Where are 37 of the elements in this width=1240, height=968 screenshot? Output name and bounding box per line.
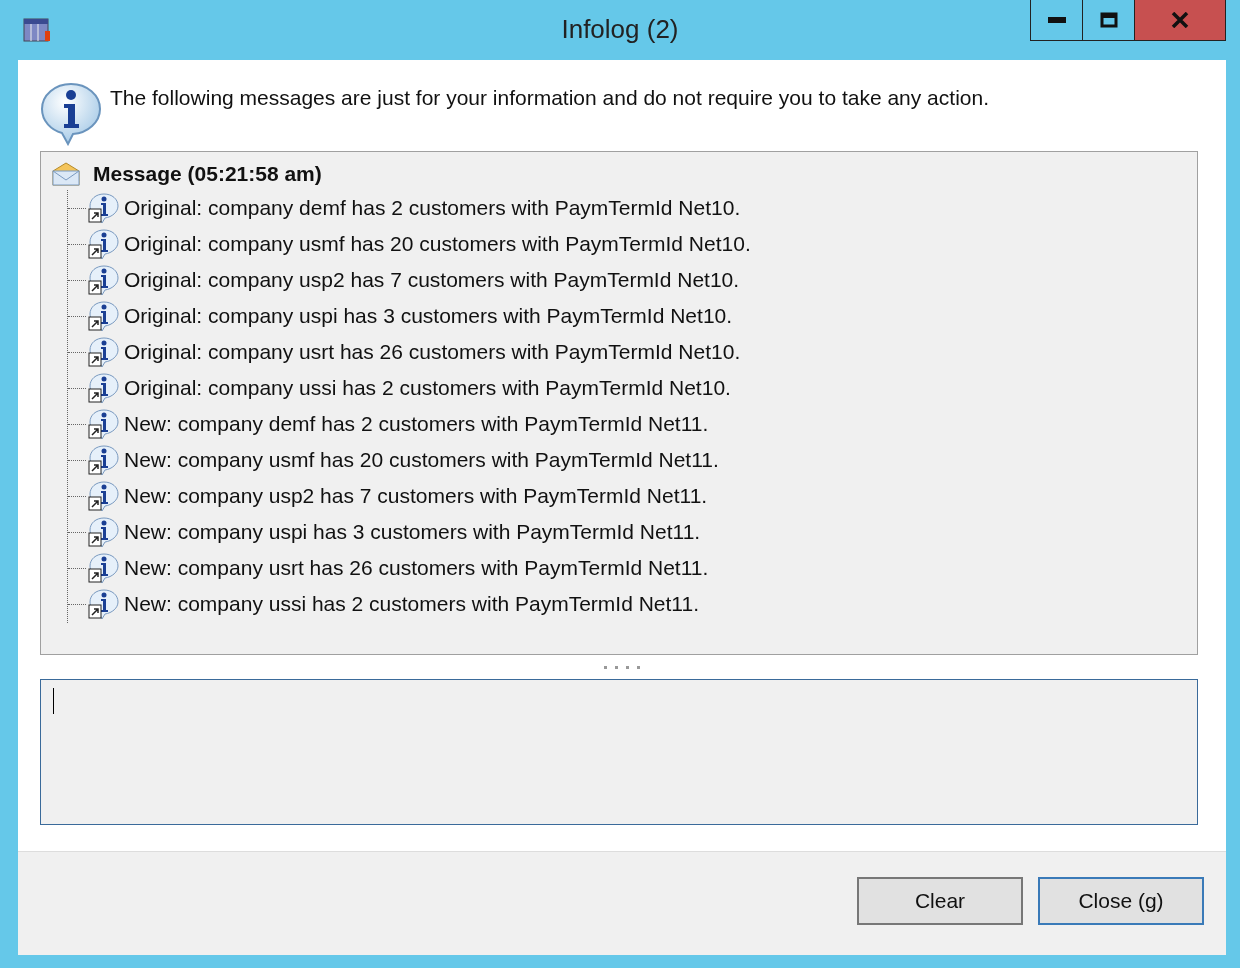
app-icon [22, 17, 52, 43]
message-text[interactable]: New: company usp2 has 7 customers with PaymTermId Net11. [124, 484, 708, 508]
message-text[interactable]: Original: company uspi has 3 customers with PaymTermId Net10. [124, 304, 733, 328]
info-shortcut-icon [86, 588, 120, 620]
close-button[interactable] [1135, 0, 1225, 40]
info-shortcut-icon [86, 228, 120, 260]
info-shortcut-icon [86, 372, 120, 404]
info-shortcut-icon [86, 192, 120, 224]
info-message: The following messages are just for your information and do not require you to take any action. [110, 86, 989, 110]
info-shortcut-icon [86, 408, 120, 440]
close-dialog-button[interactable]: Close (g) [1038, 877, 1204, 925]
close-icon [1171, 12, 1189, 28]
info-shortcut-icon [86, 444, 120, 476]
window-title: Infolog (2) [561, 14, 679, 44]
message-text[interactable]: New: company demf has 2 customers with PaymTermId Net11. [124, 412, 709, 436]
message-text[interactable]: New: company ussi has 2 customers with PaymTermId Net11. [124, 592, 699, 616]
message-text[interactable]: Original: company usrt has 26 customers with PaymTermId Net10. [124, 340, 741, 364]
info-shortcut-icon [86, 264, 120, 296]
info-shortcut-icon [86, 336, 120, 368]
message-text[interactable]: New: company usmf has 20 customers with PaymTermId Net11. [124, 448, 719, 472]
message-text[interactable]: Original: company demf has 2 customers with PaymTermId Net10. [124, 196, 741, 220]
message-text[interactable]: Original: company ussi has 2 customers with PaymTermId Net10. [124, 376, 731, 400]
message-text[interactable]: New: company uspi has 3 customers with PaymTermId Net11. [124, 520, 701, 544]
envelope-icon [51, 161, 81, 187]
tree-node[interactable]: Message (05:21:58 am) [93, 162, 322, 186]
maximize-icon [1099, 12, 1118, 28]
message-text[interactable]: New: company usrt has 26 customers with PaymTermId Net11. [124, 556, 709, 580]
info-shortcut-icon [86, 480, 120, 512]
info-shortcut-icon [86, 516, 120, 548]
minimize-icon [1047, 17, 1066, 23]
message-text[interactable]: Original: company usmf has 20 customers with PaymTermId Net10. [124, 232, 751, 256]
splitter-grip[interactable] [604, 665, 640, 669]
info-shortcut-icon [86, 300, 120, 332]
message-text[interactable]: Original: company usp2 has 7 customers with PaymTermId Net10. [124, 268, 740, 292]
clear-button[interactable]: Clear [857, 877, 1023, 925]
info-icon [38, 80, 104, 146]
info-shortcut-icon [86, 552, 120, 584]
